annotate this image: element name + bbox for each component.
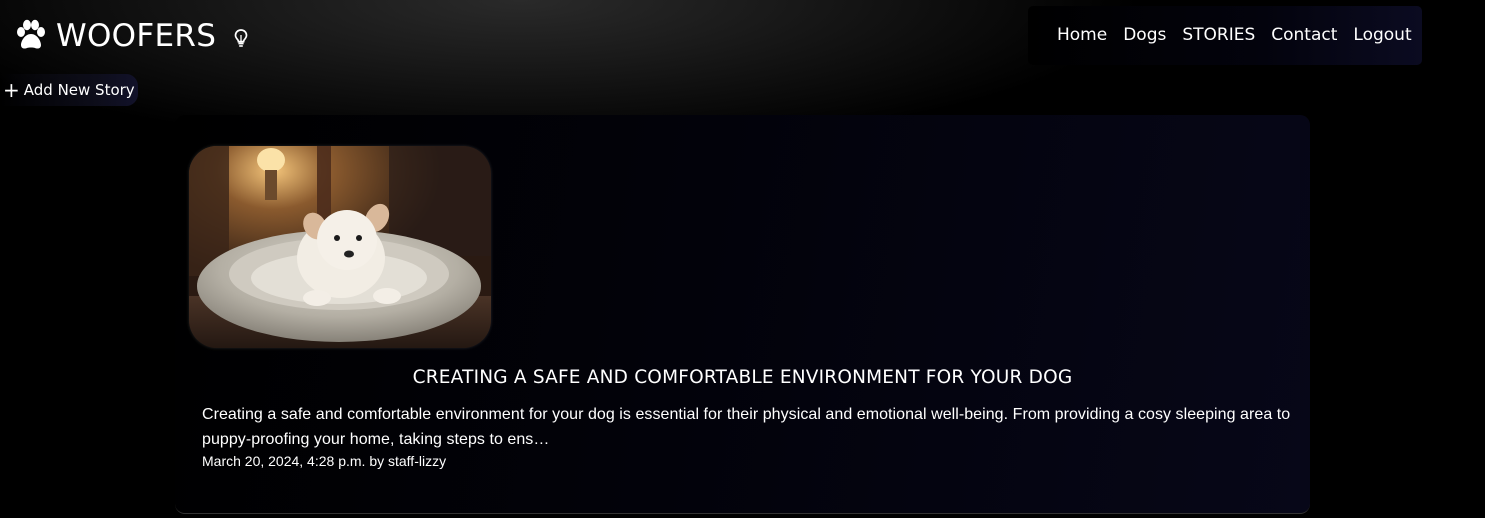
story-excerpt: Creating a safe and comfortable environm…	[202, 406, 1291, 448]
brand-title[interactable]: WOOFERS	[56, 17, 216, 55]
story-title[interactable]: CREATING A SAFE AND COMFORTABLE ENVIRONM…	[175, 367, 1310, 388]
story-image[interactable]	[189, 146, 491, 348]
story-card: CREATING A SAFE AND COMFORTABLE ENVIRONM…	[175, 115, 1310, 514]
nav-stories[interactable]: STORIES	[1182, 6, 1255, 65]
nav-home[interactable]: Home	[1057, 6, 1107, 65]
add-new-story-button[interactable]: + Add New Story	[0, 74, 138, 106]
main-nav: Home Dogs STORIES Contact Logout	[1028, 6, 1422, 65]
lightbulb-icon[interactable]	[233, 28, 249, 48]
add-new-story-label: Add New Story	[23, 81, 135, 99]
paw-icon	[14, 19, 48, 53]
nav-dogs[interactable]: Dogs	[1123, 6, 1166, 65]
brand[interactable]: WOOFERS	[14, 17, 249, 55]
plus-icon: +	[3, 78, 20, 102]
nav-logout[interactable]: Logout	[1353, 6, 1411, 65]
story-meta: March 20, 2024, 4:28 p.m. by staff-lizzy	[202, 453, 447, 469]
nav-contact[interactable]: Contact	[1271, 6, 1337, 65]
